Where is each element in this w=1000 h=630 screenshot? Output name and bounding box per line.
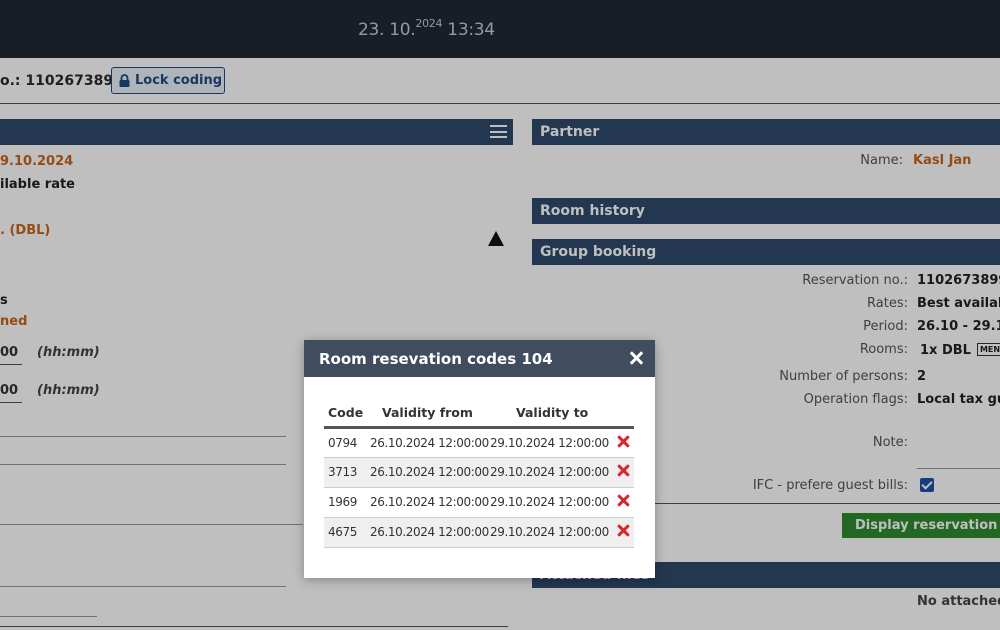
table-row: 4675 26.10.2024 12:00:00 29.10.2024 12:0… [324, 517, 634, 548]
validity-from-cell: 26.10.2024 12:00:00 [370, 457, 490, 488]
modal-header: Room resevation codes 104 [304, 340, 655, 377]
code-cell: 1969 [324, 487, 370, 518]
validity-to-cell: 29.10.2024 12:00:00 [490, 517, 612, 548]
table-row: 0794 26.10.2024 12:00:00 29.10.2024 12:0… [324, 427, 634, 458]
validity-to-cell: 29.10.2024 12:00:00 [490, 427, 612, 458]
table-header-row: Code Validity from Validity to [324, 400, 634, 429]
validity-from-cell: 26.10.2024 12:00:00 [370, 487, 490, 518]
delete-icon[interactable] [617, 435, 630, 448]
table-row: 3713 26.10.2024 12:00:00 29.10.2024 12:0… [324, 457, 634, 488]
code-cell: 4675 [324, 517, 370, 548]
validity-to-cell: 29.10.2024 12:00:00 [490, 487, 612, 518]
delete-icon[interactable] [617, 494, 630, 507]
validity-from-cell: 26.10.2024 12:00:00 [370, 427, 490, 458]
delete-icon[interactable] [617, 464, 630, 477]
delete-icon[interactable] [617, 524, 630, 537]
column-header-code: Code [324, 400, 370, 429]
code-cell: 3713 [324, 457, 370, 488]
validity-to-cell: 29.10.2024 12:00:00 [490, 457, 612, 488]
column-header-validity-from: Validity from [370, 400, 490, 429]
room-codes-modal: Room resevation codes 104 Code Validity … [304, 340, 655, 578]
column-header-validity-to: Validity to [490, 400, 612, 429]
modal-title: Room resevation codes 104 [319, 349, 553, 368]
codes-table: Code Validity from Validity to 0794 26.1… [324, 400, 634, 548]
code-cell: 0794 [324, 427, 370, 458]
column-header-actions [612, 400, 634, 429]
close-icon[interactable] [627, 349, 645, 367]
table-row: 1969 26.10.2024 12:00:00 29.10.2024 12:0… [324, 487, 634, 518]
validity-from-cell: 26.10.2024 12:00:00 [370, 517, 490, 548]
